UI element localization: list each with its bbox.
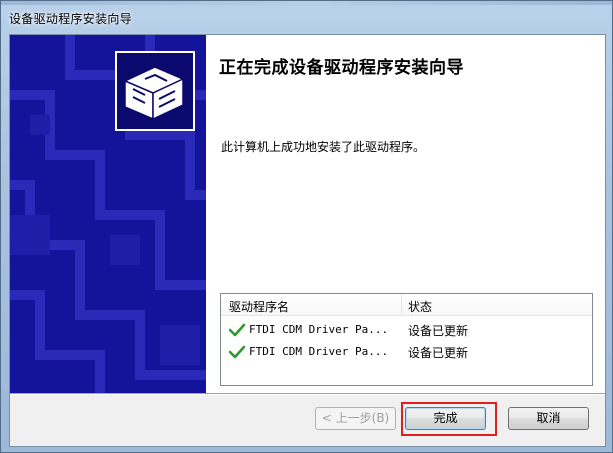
wizard-heading: 正在完成设备驱动程序安装向导 <box>219 58 464 78</box>
list-item[interactable]: FTDI CDM Driver Pa... 设备已更新 <box>221 342 592 362</box>
list-item[interactable]: FTDI CDM Driver Pa... 设备已更新 <box>221 320 592 340</box>
column-divider[interactable] <box>401 294 402 316</box>
button-separator <box>10 393 605 395</box>
finish-highlight-box <box>401 402 497 436</box>
driver-name: FTDI CDM Driver Pa... <box>249 345 389 358</box>
titlebar-strip <box>1 1 612 5</box>
column-header-status[interactable]: 状态 <box>408 298 432 315</box>
driver-status: 设备已更新 <box>408 324 469 338</box>
list-header: 驱动程序名 状态 <box>221 294 592 316</box>
wizard-window: 设备驱动程序安装向导 正在完成设备驱动程序安装向导 此计算机上成功地安装了此驱动… <box>0 0 613 453</box>
wizard-content: 正在完成设备驱动程序安装向导 此计算机上成功地安装了此驱动程序。 驱动程序名 状… <box>206 35 605 393</box>
green-check-icon <box>229 323 245 337</box>
wizard-message: 此计算机上成功地安装了此驱动程序。 <box>221 140 426 154</box>
window-title: 设备驱动程序安装向导 <box>9 12 133 26</box>
back-button[interactable]: < 上一步(B) <box>315 407 396 430</box>
driver-name: FTDI CDM Driver Pa... <box>249 323 389 336</box>
wizard-client-area: 正在完成设备驱动程序安装向导 此计算机上成功地安装了此驱动程序。 驱动程序名 状… <box>9 34 606 447</box>
hardware-device-icon <box>115 51 195 131</box>
wizard-banner <box>10 35 206 393</box>
green-check-icon <box>229 345 245 359</box>
driver-list[interactable]: 驱动程序名 状态 FTDI CDM Driver Pa... 设备已更新 FTD… <box>220 293 593 386</box>
column-header-driver-name[interactable]: 驱动程序名 <box>229 298 289 315</box>
cancel-button[interactable]: 取消 <box>508 407 589 430</box>
driver-status: 设备已更新 <box>408 346 469 360</box>
